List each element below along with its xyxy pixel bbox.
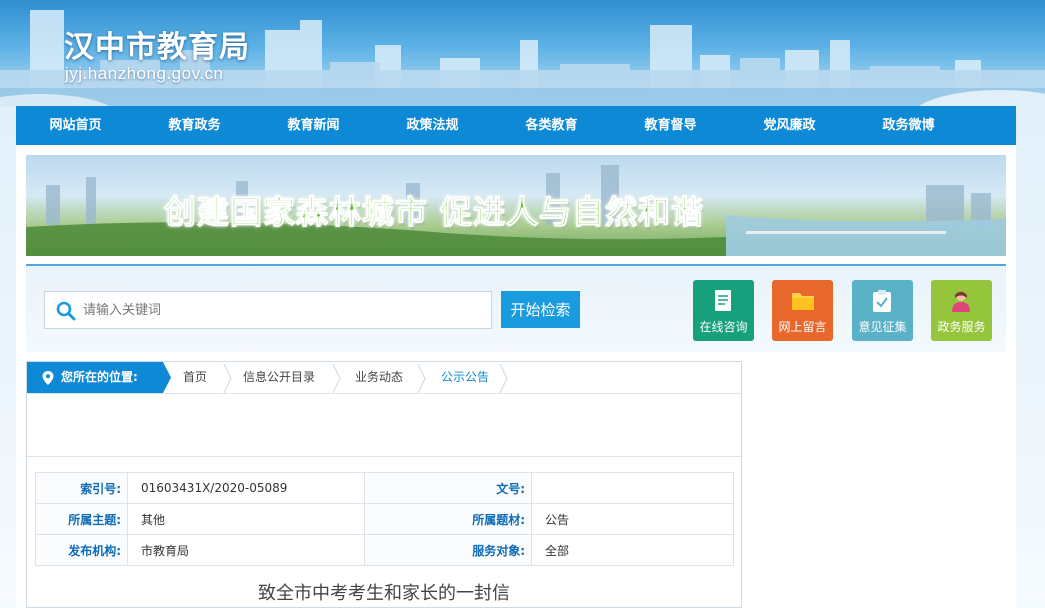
search-input[interactable]: [81, 292, 481, 328]
banner-image: 创建国家森林城市 促进人与自然和谐: [26, 155, 1006, 256]
breadcrumb-home[interactable]: 首页: [183, 362, 207, 393]
table-row: 发布机构: 市教育局 服务对象: 全部: [35, 534, 734, 566]
search-icon: [56, 301, 76, 321]
online-message-label: 网上留言: [778, 320, 827, 334]
content-panel: 您所在的位置: 首页 信息公开目录 业务动态 公示公告 索引号: 0160343…: [26, 361, 742, 608]
nav-item-supervision[interactable]: 教育督导: [611, 106, 730, 145]
search-box: [44, 291, 492, 329]
nav-item-education-types[interactable]: 各类教育: [492, 106, 611, 145]
site-url: jyj.hanzhong.gov.cn: [65, 64, 224, 83]
location-label-text: 您所在的位置:: [61, 370, 138, 384]
chevron-right-icon: [223, 364, 232, 393]
online-message-button[interactable]: 网上留言: [772, 280, 833, 341]
index-value: 01603431X/2020-05089: [127, 472, 365, 504]
index-label: 索引号:: [35, 472, 128, 504]
chevron-right-icon: [332, 364, 341, 393]
org-label: 发布机构:: [35, 534, 128, 566]
docno-label: 文号:: [364, 472, 532, 504]
location-pin-icon: [42, 371, 54, 385]
nav-item-policies[interactable]: 政策法规: [373, 106, 492, 145]
nav-item-edu-affairs[interactable]: 教育政务: [135, 106, 254, 145]
chevron-right-icon: [417, 364, 426, 393]
nav-item-edu-news[interactable]: 教育新闻: [254, 106, 373, 145]
breadcrumb: 您所在的位置: 首页 信息公开目录 业务动态 公示公告: [27, 362, 741, 394]
online-consult-button[interactable]: 在线咨询: [693, 280, 754, 341]
document-icon: [715, 290, 731, 311]
cloud-decoration: [760, 340, 1045, 608]
search-button[interactable]: 开始检索: [501, 291, 580, 328]
gov-service-label: 政务服务: [937, 320, 986, 334]
article-title: 致全市中考考生和家长的一封信: [258, 583, 510, 604]
opinion-collection-button[interactable]: 意见征集: [852, 280, 913, 341]
breadcrumb-info-catalog[interactable]: 信息公开目录: [243, 362, 315, 393]
person-icon: [952, 291, 970, 312]
target-value: 全部: [531, 534, 734, 566]
genre-label: 所属题材:: [364, 503, 532, 535]
document-info-table: 索引号: 01603431X/2020-05089 文号: 所属主题: 其他 所…: [35, 472, 734, 566]
genre-value: 公告: [531, 503, 734, 535]
location-label: 您所在的位置:: [27, 362, 163, 393]
breadcrumb-notices[interactable]: 公示公告: [441, 362, 489, 393]
main-nav: 网站首页 教育政务 教育新闻 政策法规 各类教育 教育督导 党风廉政 政务微博: [16, 106, 1016, 145]
target-label: 服务对象:: [364, 534, 532, 566]
nav-item-home[interactable]: 网站首页: [16, 106, 135, 145]
table-row: 索引号: 01603431X/2020-05089 文号:: [35, 472, 734, 504]
docno-value: [531, 472, 734, 504]
divider: [27, 456, 741, 457]
topic-value: 其他: [127, 503, 365, 535]
clipboard-icon: [873, 290, 891, 312]
opinion-collection-label: 意见征集: [858, 320, 907, 334]
site-title: 汉中市教育局: [64, 30, 250, 65]
topic-label: 所属主题:: [35, 503, 128, 535]
breadcrumb-arrow: [163, 362, 171, 393]
online-consult-label: 在线咨询: [699, 320, 748, 334]
site-header: 汉中市教育局 jyj.hanzhong.gov.cn: [0, 0, 1045, 106]
folder-icon: [792, 293, 814, 310]
gov-service-button[interactable]: 政务服务: [931, 280, 992, 341]
nav-item-party-integrity[interactable]: 党风廉政: [730, 106, 849, 145]
banner-slogan: 创建国家森林城市 促进人与自然和谐: [163, 193, 705, 232]
chevron-right-icon: [499, 364, 508, 393]
org-value: 市教育局: [127, 534, 365, 566]
breadcrumb-business-news[interactable]: 业务动态: [355, 362, 403, 393]
nav-item-weibo[interactable]: 政务微博: [849, 106, 968, 145]
table-row: 所属主题: 其他 所属题材: 公告: [35, 503, 734, 535]
